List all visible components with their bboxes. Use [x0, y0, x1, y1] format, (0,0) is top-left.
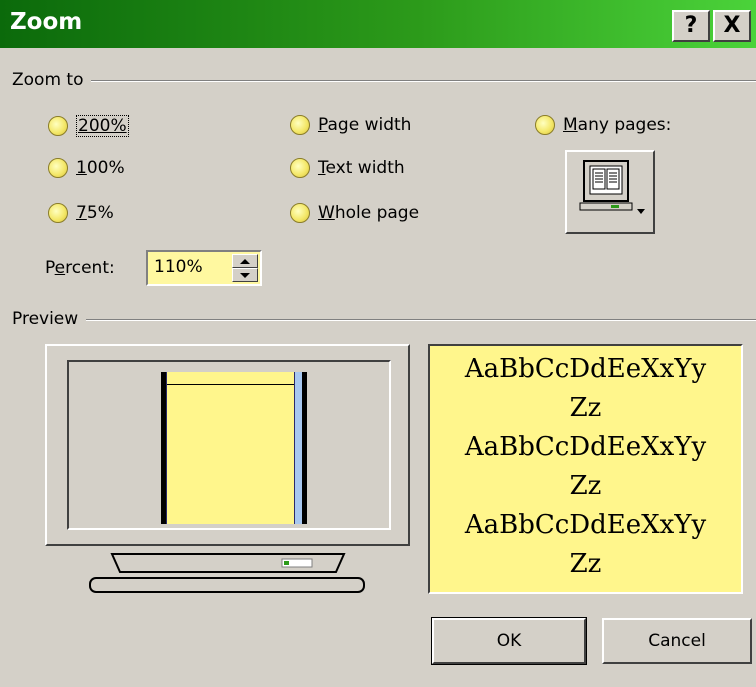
- page-body: [166, 372, 295, 524]
- arrow-down-icon: [240, 272, 250, 278]
- radio-100[interactable]: 100%: [48, 158, 125, 178]
- preview-screen: [67, 360, 391, 530]
- help-button[interactable]: ?: [672, 10, 710, 42]
- radio-button-icon[interactable]: [48, 203, 68, 223]
- radio-100-label: 100%: [76, 158, 125, 178]
- arrow-up-icon: [240, 258, 250, 264]
- window-title: Zoom: [10, 9, 83, 35]
- page-top-line: [167, 384, 294, 385]
- radio-text-width[interactable]: Text width: [290, 158, 405, 178]
- preview-sample-text: AaBbCcDdEeXxYy Zz AaBbCcDdEeXxYy Zz AaBb…: [428, 344, 743, 594]
- percent-spinner[interactable]: 110%: [146, 250, 262, 286]
- sample-line: AaBbCcDdEeXxYy: [464, 354, 707, 384]
- sample-line: Zz: [569, 393, 602, 423]
- zoom-to-legend: Zoom to: [12, 70, 92, 90]
- radio-many-pages[interactable]: Many pages:: [535, 115, 671, 135]
- spin-up-button[interactable]: [232, 254, 258, 268]
- close-button[interactable]: X: [713, 10, 751, 42]
- sample-line: Zz: [569, 549, 602, 579]
- radio-many-pages-label: Many pages:: [563, 115, 672, 135]
- radio-button-icon[interactable]: [535, 115, 555, 135]
- ok-button[interactable]: OK: [432, 618, 586, 664]
- zoom-dialog: Zoom ? X Zoom to 200% 100% 75% Page widt…: [0, 0, 756, 687]
- percent-label: Percent:: [45, 258, 115, 278]
- radio-whole-page[interactable]: Whole page: [290, 203, 419, 223]
- preview-page: [161, 372, 307, 524]
- radio-75-label: 75%: [76, 203, 114, 223]
- preview-divider: [12, 319, 756, 321]
- page-scroll-strip: [295, 372, 302, 524]
- radio-button-icon[interactable]: [290, 115, 310, 135]
- sample-line: Zz: [569, 471, 602, 501]
- percent-input[interactable]: 110%: [154, 257, 203, 277]
- radio-75[interactable]: 75%: [48, 203, 114, 223]
- spin-down-button[interactable]: [232, 268, 258, 282]
- radio-page-width[interactable]: Page width: [290, 115, 411, 135]
- radio-200-label: 200%: [76, 115, 129, 137]
- radio-page-width-label: Page width: [318, 115, 412, 135]
- many-pages-button[interactable]: [565, 150, 655, 234]
- page-right-edge: [302, 372, 307, 524]
- sample-line: AaBbCcDdEeXxYy: [464, 432, 707, 462]
- cancel-button[interactable]: Cancel: [602, 618, 752, 664]
- radio-button-icon[interactable]: [48, 116, 68, 136]
- sample-line: AaBbCcDdEeXxYy: [464, 510, 707, 540]
- radio-button-icon[interactable]: [290, 203, 310, 223]
- monitor-pages-icon: [579, 160, 645, 214]
- radio-text-width-label: Text width: [318, 158, 405, 178]
- preview-legend: Preview: [12, 309, 87, 329]
- radio-button-icon[interactable]: [290, 158, 310, 178]
- radio-button-icon[interactable]: [48, 158, 68, 178]
- monitor-stand-icon: [89, 553, 365, 593]
- zoom-to-divider: [12, 80, 756, 82]
- title-bar[interactable]: Zoom ? X: [0, 0, 756, 48]
- radio-whole-page-label: Whole page: [318, 203, 420, 223]
- preview-monitor: [45, 344, 410, 546]
- radio-200[interactable]: 200%: [48, 115, 129, 137]
